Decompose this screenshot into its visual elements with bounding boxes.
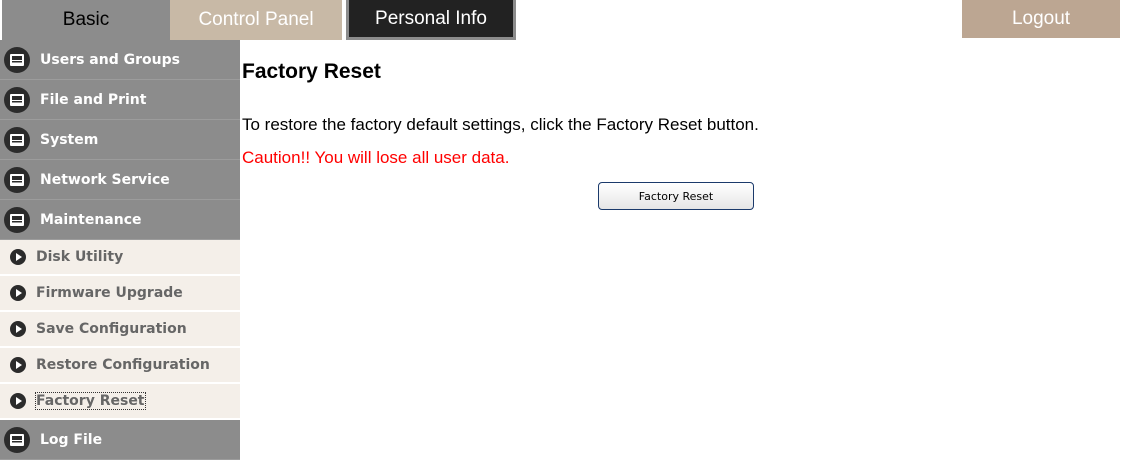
sidebar-item-label: Disk Utility (36, 249, 124, 265)
arrow-right-icon (10, 357, 26, 373)
folder-icon (2, 206, 32, 234)
sidebar-item-label: Save Configuration (36, 321, 187, 337)
sidebar-category-label: Log File (40, 431, 103, 448)
sidebar-item-label: Restore Configuration (36, 357, 210, 373)
factory-reset-button[interactable]: Factory Reset (598, 182, 754, 210)
folder-icon (2, 166, 32, 194)
folder-icon (2, 126, 32, 154)
folder-icon (2, 46, 32, 74)
sidebar-category-users-and-groups[interactable]: Users and Groups (0, 40, 240, 80)
sidebar-category-network-service[interactable]: Network Service (0, 160, 240, 200)
arrow-right-icon (10, 321, 26, 337)
folder-icon (2, 86, 32, 114)
sidebar-item-disk-utility[interactable]: Disk Utility (0, 240, 240, 276)
sidebar-category-label: Maintenance (40, 211, 142, 228)
sidebar-category-system[interactable]: System (0, 120, 240, 160)
sidebar-category-maintenance[interactable]: Maintenance (0, 200, 240, 240)
tab-personal-info[interactable]: Personal Info (346, 0, 516, 40)
arrow-right-icon (10, 285, 26, 301)
sidebar-category-label: System (40, 131, 99, 148)
sidebar-item-factory-reset[interactable]: Factory Reset (0, 384, 240, 420)
page-title: Factory Reset (242, 60, 381, 83)
sidebar-category-label: Network Service (40, 171, 170, 188)
sidebar: Users and Groups File and Print System N… (0, 40, 240, 460)
arrow-right-icon (10, 393, 26, 409)
sidebar-category-log-file[interactable]: Log File (0, 420, 240, 460)
description-text: To restore the factory default settings,… (242, 115, 759, 134)
sidebar-item-firmware-upgrade[interactable]: Firmware Upgrade (0, 276, 240, 312)
sidebar-item-restore-configuration[interactable]: Restore Configuration (0, 348, 240, 384)
main-content: Factory Reset To restore the factory def… (242, 60, 759, 210)
arrow-right-icon (10, 249, 26, 265)
sidebar-item-label: Factory Reset (35, 392, 146, 410)
sidebar-category-file-and-print[interactable]: File and Print (0, 80, 240, 120)
folder-icon (2, 426, 32, 454)
sidebar-category-label: File and Print (40, 91, 147, 108)
sidebar-item-label: Firmware Upgrade (36, 285, 183, 301)
logout-button[interactable]: Logout (962, 0, 1120, 38)
tab-basic[interactable]: Basic (2, 0, 170, 40)
sidebar-category-label: Users and Groups (40, 51, 180, 68)
caution-text: Caution!! You will lose all user data. (242, 148, 510, 167)
sidebar-item-save-configuration[interactable]: Save Configuration (0, 312, 240, 348)
tab-control-panel[interactable]: Control Panel (170, 0, 344, 40)
